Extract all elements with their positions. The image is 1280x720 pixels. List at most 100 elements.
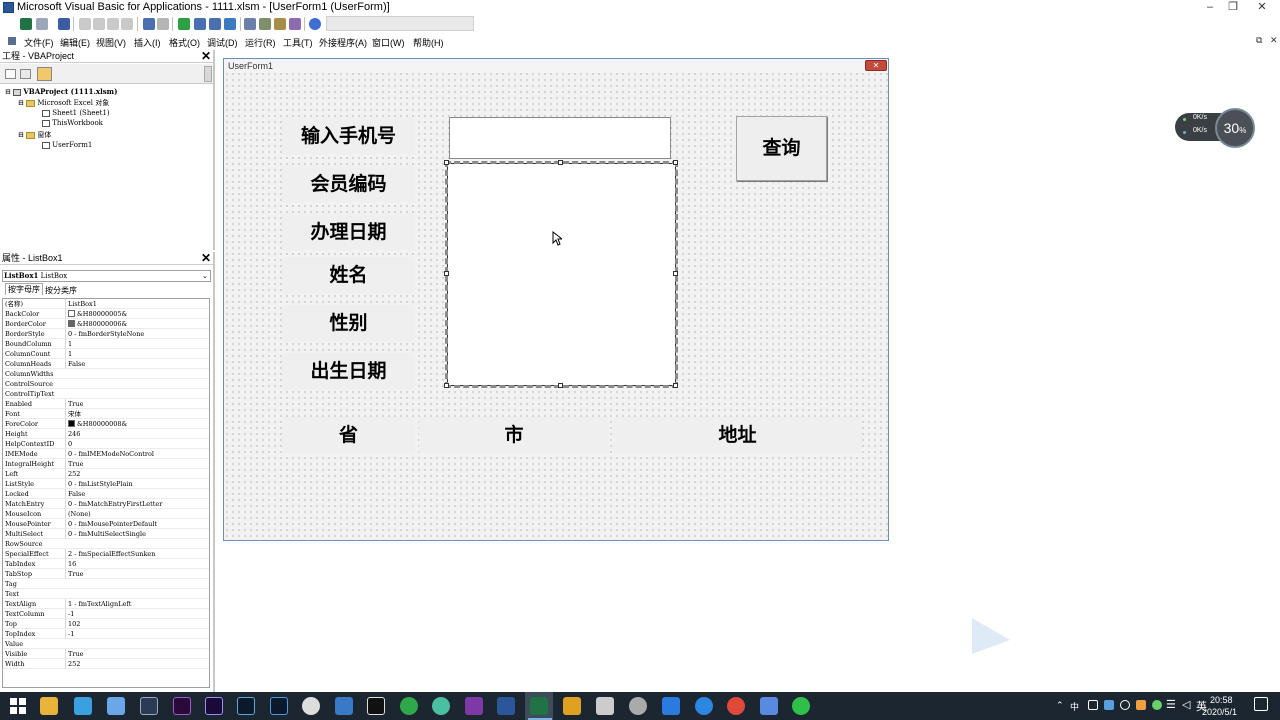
menu-addins[interactable]: 外接程序(A) [319,36,367,49]
property-row[interactable]: TabStop True [3,569,209,579]
property-row[interactable]: ControlTipText [3,389,209,399]
start-icon[interactable] [10,698,26,714]
property-value[interactable]: 252 [65,469,209,478]
property-row[interactable]: ColumnHeads False [3,359,209,369]
app-icon[interactable] [400,697,418,715]
property-row[interactable]: (名称) ListBox1 [3,299,209,309]
collapse-icon[interactable]: ⊟ [18,99,24,107]
excel-icon[interactable] [530,697,548,715]
property-row[interactable]: ForeColor &H80000008& [3,419,209,429]
property-value[interactable]: 102 [65,619,209,628]
tree-userform1-row[interactable]: UserForm1 [42,141,92,149]
label-gender[interactable]: 性别 [282,305,415,341]
memory-gauge[interactable]: 30% [1215,108,1255,148]
toolbox-icon[interactable] [289,18,301,30]
wechat-icon[interactable] [792,697,810,715]
label-address[interactable]: 地址 [613,417,862,453]
view-object-icon[interactable] [20,69,31,79]
collapse-icon[interactable]: ⊟ [5,88,11,96]
menu-file[interactable]: 文件(F) [24,36,54,49]
property-value[interactable]: 0 - fmMatchEntryFirstLetter [65,499,209,508]
property-row[interactable]: RowSource [3,539,209,549]
resize-handle[interactable] [558,383,563,388]
undo-icon[interactable] [143,18,155,30]
property-value[interactable]: (None) [65,509,209,518]
property-value[interactable]: 1 [65,349,209,358]
redo-icon[interactable] [157,18,169,30]
label-date[interactable]: 办理日期 [282,214,415,250]
tree-thisworkbook-row[interactable]: ThisWorkbook [42,119,103,127]
label-member-code[interactable]: 会员编码 [282,166,415,202]
reset-icon[interactable] [209,18,221,30]
resize-handle[interactable] [444,383,449,388]
property-value[interactable]: -1 [65,609,209,618]
menu-window[interactable]: 窗口(W) [372,36,405,49]
app-icon[interactable] [335,697,353,715]
label-phone[interactable]: 输入手机号 [282,118,415,154]
menu-run[interactable]: 运行(R) [245,36,276,49]
cut-icon[interactable] [79,18,91,30]
menu-format[interactable]: 格式(O) [169,36,200,49]
property-row[interactable]: HelpContextID 0 [3,439,209,449]
app-icon[interactable] [74,697,92,715]
listbox1[interactable] [445,161,678,388]
object-selector-dropdown[interactable]: ListBox1 ListBox ⌄ [2,270,211,282]
project-pane-close-icon[interactable]: ✕ [201,50,211,62]
property-value[interactable]: True [65,399,209,408]
close-button[interactable]: ✕ [1248,0,1276,15]
menu-view[interactable]: 视图(V) [96,36,126,49]
app-icon[interactable] [107,697,125,715]
photoshop-icon[interactable] [270,697,288,715]
collapse-icon[interactable]: ⊟ [18,131,24,139]
paste-icon[interactable] [107,18,119,30]
property-value[interactable]: 1 [65,339,209,348]
property-row[interactable]: Value [3,639,209,649]
property-row[interactable]: BackColor &H80000005& [3,309,209,319]
object-browser-icon[interactable] [274,18,286,30]
insert-userform-icon[interactable] [36,18,48,30]
settings-icon[interactable] [629,697,647,715]
query-button[interactable]: 查询 [736,116,827,181]
tab-categorized[interactable]: 按分类序 [45,285,77,296]
lightroom-icon[interactable] [237,697,255,715]
label-city[interactable]: 市 [419,417,609,453]
project-scrollbar[interactable] [204,66,212,82]
property-row[interactable]: IntegralHeight True [3,459,209,469]
property-value[interactable]: True [65,569,209,578]
property-value[interactable]: 0 - fmListStylePlain [65,479,209,488]
after-effects-icon[interactable] [205,697,223,715]
tree-sheet1-row[interactable]: Sheet1 (Sheet1) [42,109,110,117]
notification-icon[interactable] [1254,697,1268,711]
property-row[interactable]: TextColumn -1 [3,609,209,619]
resize-handle[interactable] [444,271,449,276]
app-icon[interactable] [140,697,158,715]
break-icon[interactable] [194,18,206,30]
property-row[interactable]: BorderColor &H80000006& [3,319,209,329]
property-value[interactable]: &H80000005& [65,309,209,318]
resize-handle[interactable] [558,160,563,165]
resize-handle[interactable] [673,160,678,165]
property-row[interactable]: Text [3,589,209,599]
app-icon[interactable] [367,697,385,715]
edge-icon[interactable] [695,697,713,715]
app-icon[interactable] [432,697,450,715]
property-row[interactable]: TopIndex -1 [3,629,209,639]
property-row[interactable]: BoundColumn 1 [3,339,209,349]
tray-app-icon[interactable] [1120,700,1130,710]
file-explorer-icon[interactable] [40,697,58,715]
design-mode-icon[interactable] [224,18,236,30]
property-row[interactable]: Left 252 [3,469,209,479]
property-row[interactable]: IMEMode 0 - fmIMEModeNoControl [3,449,209,459]
properties-window-icon[interactable] [259,18,271,30]
network-icon[interactable]: ☰ [1166,698,1176,711]
property-value[interactable]: False [65,359,209,368]
property-row[interactable]: Top 102 [3,619,209,629]
property-row[interactable]: SpecialEffect 2 - fmSpecialEffectSunken [3,549,209,559]
property-row[interactable]: MousePointer 0 - fmMousePointerDefault [3,519,209,529]
property-value[interactable]: 0 - fmBorderStyleNone [65,329,209,338]
menu-edit[interactable]: 编辑(E) [60,36,90,49]
app-icon[interactable] [662,697,680,715]
clock-time[interactable]: 20:58 [1210,695,1233,705]
property-row[interactable]: Font 宋体 [3,409,209,419]
userform-close-button[interactable]: ✕ [865,60,887,71]
